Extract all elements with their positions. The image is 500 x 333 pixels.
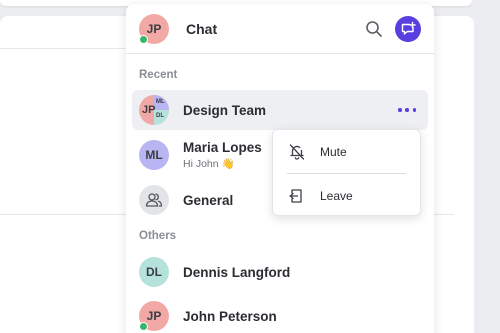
more-dots-icon — [398, 108, 402, 112]
chat-header: JP Chat — [126, 4, 434, 54]
avatar: DL — [139, 257, 169, 287]
avatar-initials: JP — [142, 104, 156, 116]
conversation-name: Design Team — [183, 102, 267, 118]
conversation-options-menu: Mute Leave — [272, 129, 421, 216]
more-options-button[interactable] — [398, 102, 416, 118]
conversation-name: Dennis Langford — [183, 264, 291, 280]
menu-item-leave[interactable]: Leave — [273, 176, 420, 216]
section-label-recent: Recent — [139, 69, 178, 81]
new-chat-button[interactable] — [395, 15, 421, 42]
search-icon — [366, 20, 382, 37]
conversation-john-peterson[interactable]: JP John Peterson — [132, 296, 428, 333]
conversation-name: Maria Lopes — [183, 140, 262, 155]
menu-divider — [287, 173, 406, 174]
avatar: ML — [139, 140, 169, 170]
message-preview: Hi John 👋 — [183, 158, 235, 170]
background-divider — [434, 214, 454, 215]
avatar-initials: ML — [156, 99, 165, 105]
search-button[interactable] — [363, 18, 385, 40]
avatar-initials: ML — [145, 148, 163, 162]
avatar-initials: JP — [146, 309, 162, 323]
chat-title: Chat — [186, 20, 218, 37]
menu-item-label: Mute — [320, 145, 347, 159]
menu-item-label: Leave — [320, 189, 353, 203]
background-divider — [0, 214, 130, 215]
avatar: JP — [139, 301, 169, 331]
new-message-icon — [401, 21, 416, 35]
conversation-dennis-langford[interactable]: DL Dennis Langford — [132, 252, 428, 292]
group-avatar: JP ML DL — [139, 95, 169, 125]
current-user-avatar[interactable]: JP — [139, 13, 169, 44]
bell-off-icon — [289, 144, 305, 160]
leave-icon — [289, 189, 302, 203]
background-divider — [0, 48, 130, 49]
conversation-name: John Peterson — [183, 308, 277, 324]
avatar-initials: DL — [146, 265, 162, 279]
conversation-design-team[interactable]: JP ML DL Design Team — [132, 90, 428, 130]
online-status-dot — [139, 34, 148, 44]
group-avatar — [139, 185, 169, 215]
avatar-initials: JP — [146, 21, 162, 36]
more-dots-icon — [405, 108, 409, 112]
more-dots-icon — [412, 108, 416, 112]
users-icon — [145, 193, 163, 207]
conversation-name: General — [183, 192, 234, 208]
section-label-others: Others — [139, 230, 177, 242]
online-status-dot — [139, 322, 148, 331]
menu-item-mute[interactable]: Mute — [273, 132, 420, 172]
avatar-initials: DL — [156, 113, 164, 119]
